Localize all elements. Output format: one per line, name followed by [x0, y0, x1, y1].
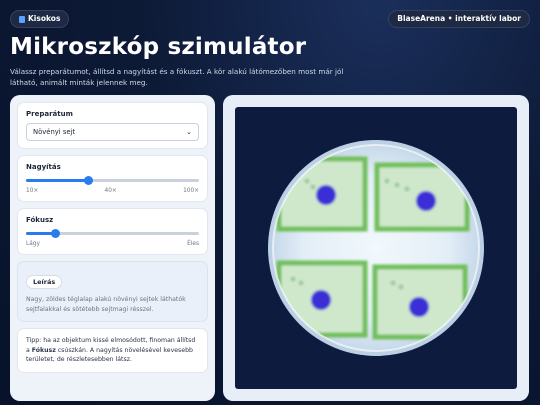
chloroplast	[404, 186, 410, 192]
nagyitas-ticks: 10× 40× 100×	[26, 188, 199, 194]
fokusz-card: Fókusz Lágy Éles	[17, 208, 208, 255]
page-subtitle: Válassz preparátumot, állítsd a nagyítás…	[10, 67, 344, 87]
chevron-down-icon: ⌄	[186, 128, 192, 136]
fokusz-ticks: Lágy Éles	[26, 241, 199, 247]
microscope-panel	[223, 95, 529, 401]
fokusz-min-label: Lágy	[26, 241, 40, 247]
nagyitas-max-label: 100×	[183, 188, 199, 194]
controls-panel: Preparátum Növényi sejt ⌄ Nagyítás 10× 4…	[10, 95, 215, 401]
fokusz-slider[interactable]	[26, 229, 199, 238]
preparatum-label: Preparátum	[26, 110, 73, 118]
preparatum-select[interactable]: Növényi sejt ⌄	[26, 123, 199, 141]
leiras-chip: Leírás	[26, 275, 63, 289]
leiras-text: Nagy, zöldes téglalap alakú növényi sejt…	[26, 296, 186, 313]
leiras-card: Leírás Nagy, zöldes téglalap alakú növén…	[17, 261, 208, 322]
chloroplast	[304, 178, 310, 184]
tip-bold: Fókusz	[31, 346, 56, 354]
nagyitas-label: Nagyítás	[26, 163, 61, 171]
chloroplast	[298, 280, 304, 286]
nagyitas-card: Nagyítás 10× 40× 100×	[17, 155, 208, 202]
cell-nucleus	[416, 191, 436, 211]
chloroplast	[398, 284, 404, 290]
kisokos-badge[interactable]: Kisokos	[10, 10, 70, 28]
kisokos-label: Kisokos	[28, 14, 61, 23]
nagyitas-slider[interactable]	[26, 176, 199, 185]
cell-nucleus	[316, 185, 336, 205]
nagyitas-mid-label: 40×	[104, 188, 117, 194]
fokusz-slider-thumb[interactable]	[50, 229, 60, 238]
preparatum-selected-value: Növényi sejt	[33, 128, 76, 136]
cell-nucleus	[311, 290, 331, 310]
nagyitas-slider-thumb[interactable]	[83, 176, 93, 185]
tip-text: Tipp: ha az objektum kissé elmosódott, f…	[26, 336, 199, 365]
chloroplast	[310, 184, 316, 190]
book-icon	[19, 15, 25, 23]
chloroplast	[390, 280, 396, 286]
preparatum-card: Preparátum Növényi sejt ⌄	[17, 102, 208, 149]
fokusz-label: Fókusz	[26, 216, 54, 224]
nagyitas-slider-fill	[26, 179, 89, 182]
chloroplast	[290, 276, 296, 282]
microscope-viewport	[235, 107, 517, 389]
fokusz-max-label: Éles	[187, 241, 199, 247]
tip-card: Tipp: ha az objektum kissé elmosódott, f…	[17, 328, 208, 373]
chloroplast	[394, 182, 400, 188]
nagyitas-min-label: 10×	[26, 188, 39, 194]
field-of-view	[268, 140, 484, 356]
lab-badge: BlaseArena • interaktív labor	[388, 10, 530, 28]
page-title: Mikroszkóp szimulátor	[10, 34, 307, 60]
chloroplast	[384, 178, 390, 184]
cell-nucleus	[409, 297, 429, 317]
